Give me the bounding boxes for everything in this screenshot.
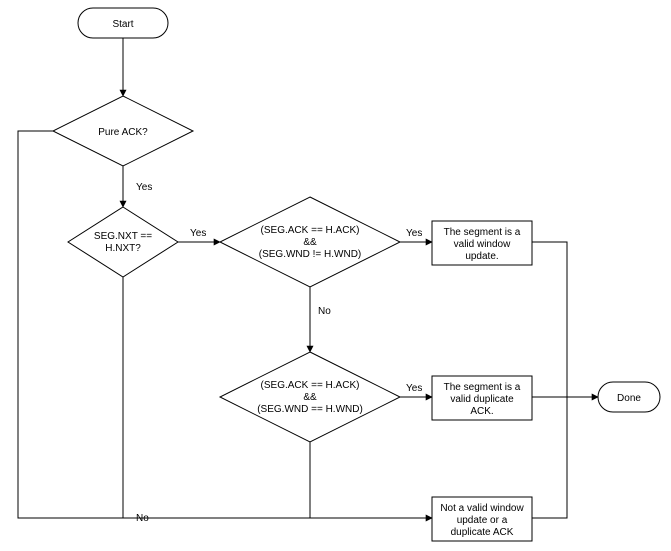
process-dup-ack: The segment is a valid duplicate ACK. (432, 376, 532, 420)
decision-seg-nxt-label1: SEG.NXT == (94, 231, 152, 242)
process-winupd-l2: valid window (454, 239, 511, 250)
edge-winupd-out (532, 242, 567, 397)
edge-wndeq-yes-label: Yes (406, 383, 422, 394)
start-label: Start (112, 19, 133, 30)
decision-wnd-eq-l1: (SEG.ACK == H.ACK) (261, 380, 360, 391)
decision-pure-ack-label: Pure ACK? (98, 127, 148, 138)
edge-wndne-no-label: No (318, 306, 331, 317)
edge-nxt-yes-label: Yes (190, 228, 206, 239)
start-node: Start (78, 8, 168, 38)
done-label: Done (617, 393, 641, 404)
process-dupack-l3: ACK. (470, 406, 493, 417)
process-winupd-l3: update. (465, 251, 498, 262)
decision-wnd-ne-l2: && (303, 237, 317, 248)
decision-pure-ack: Pure ACK? (53, 96, 193, 166)
decision-wnd-ne: (SEG.ACK == H.ACK) && (SEG.WND != H.WND) (220, 197, 400, 287)
process-not-l3: duplicate ACK (451, 527, 514, 538)
edge-notvalid-out (532, 397, 567, 518)
decision-wnd-ne-l3: (SEG.WND != H.WND) (259, 249, 362, 260)
decision-seg-nxt: SEG.NXT == H.NXT? (68, 207, 178, 277)
decision-wnd-eq-l3: (SEG.WND == H.WND) (257, 404, 363, 415)
decision-wnd-ne-l1: (SEG.ACK == H.ACK) (261, 225, 360, 236)
edge-nxt-no-label: No (136, 513, 149, 524)
edge-pure-no (18, 131, 432, 518)
decision-wnd-eq-l2: && (303, 392, 317, 403)
process-winupd-l1: The segment is a (444, 227, 521, 238)
done-node: Done (598, 382, 660, 412)
decision-wnd-eq: (SEG.ACK == H.ACK) && (SEG.WND == H.WND) (220, 352, 400, 442)
edge-wndne-yes-label: Yes (406, 228, 422, 239)
process-dupack-l1: The segment is a (444, 382, 521, 393)
process-not-valid: Not a valid window update or a duplicate… (432, 497, 532, 541)
process-dupack-l2: valid duplicate (450, 394, 514, 405)
process-not-l2: update or a (457, 515, 508, 526)
process-not-l1: Not a valid window (440, 503, 524, 514)
decision-seg-nxt-label2: H.NXT? (105, 243, 141, 254)
edge-pure-yes-label: Yes (136, 182, 152, 193)
process-window-update: The segment is a valid window update. (432, 221, 532, 265)
